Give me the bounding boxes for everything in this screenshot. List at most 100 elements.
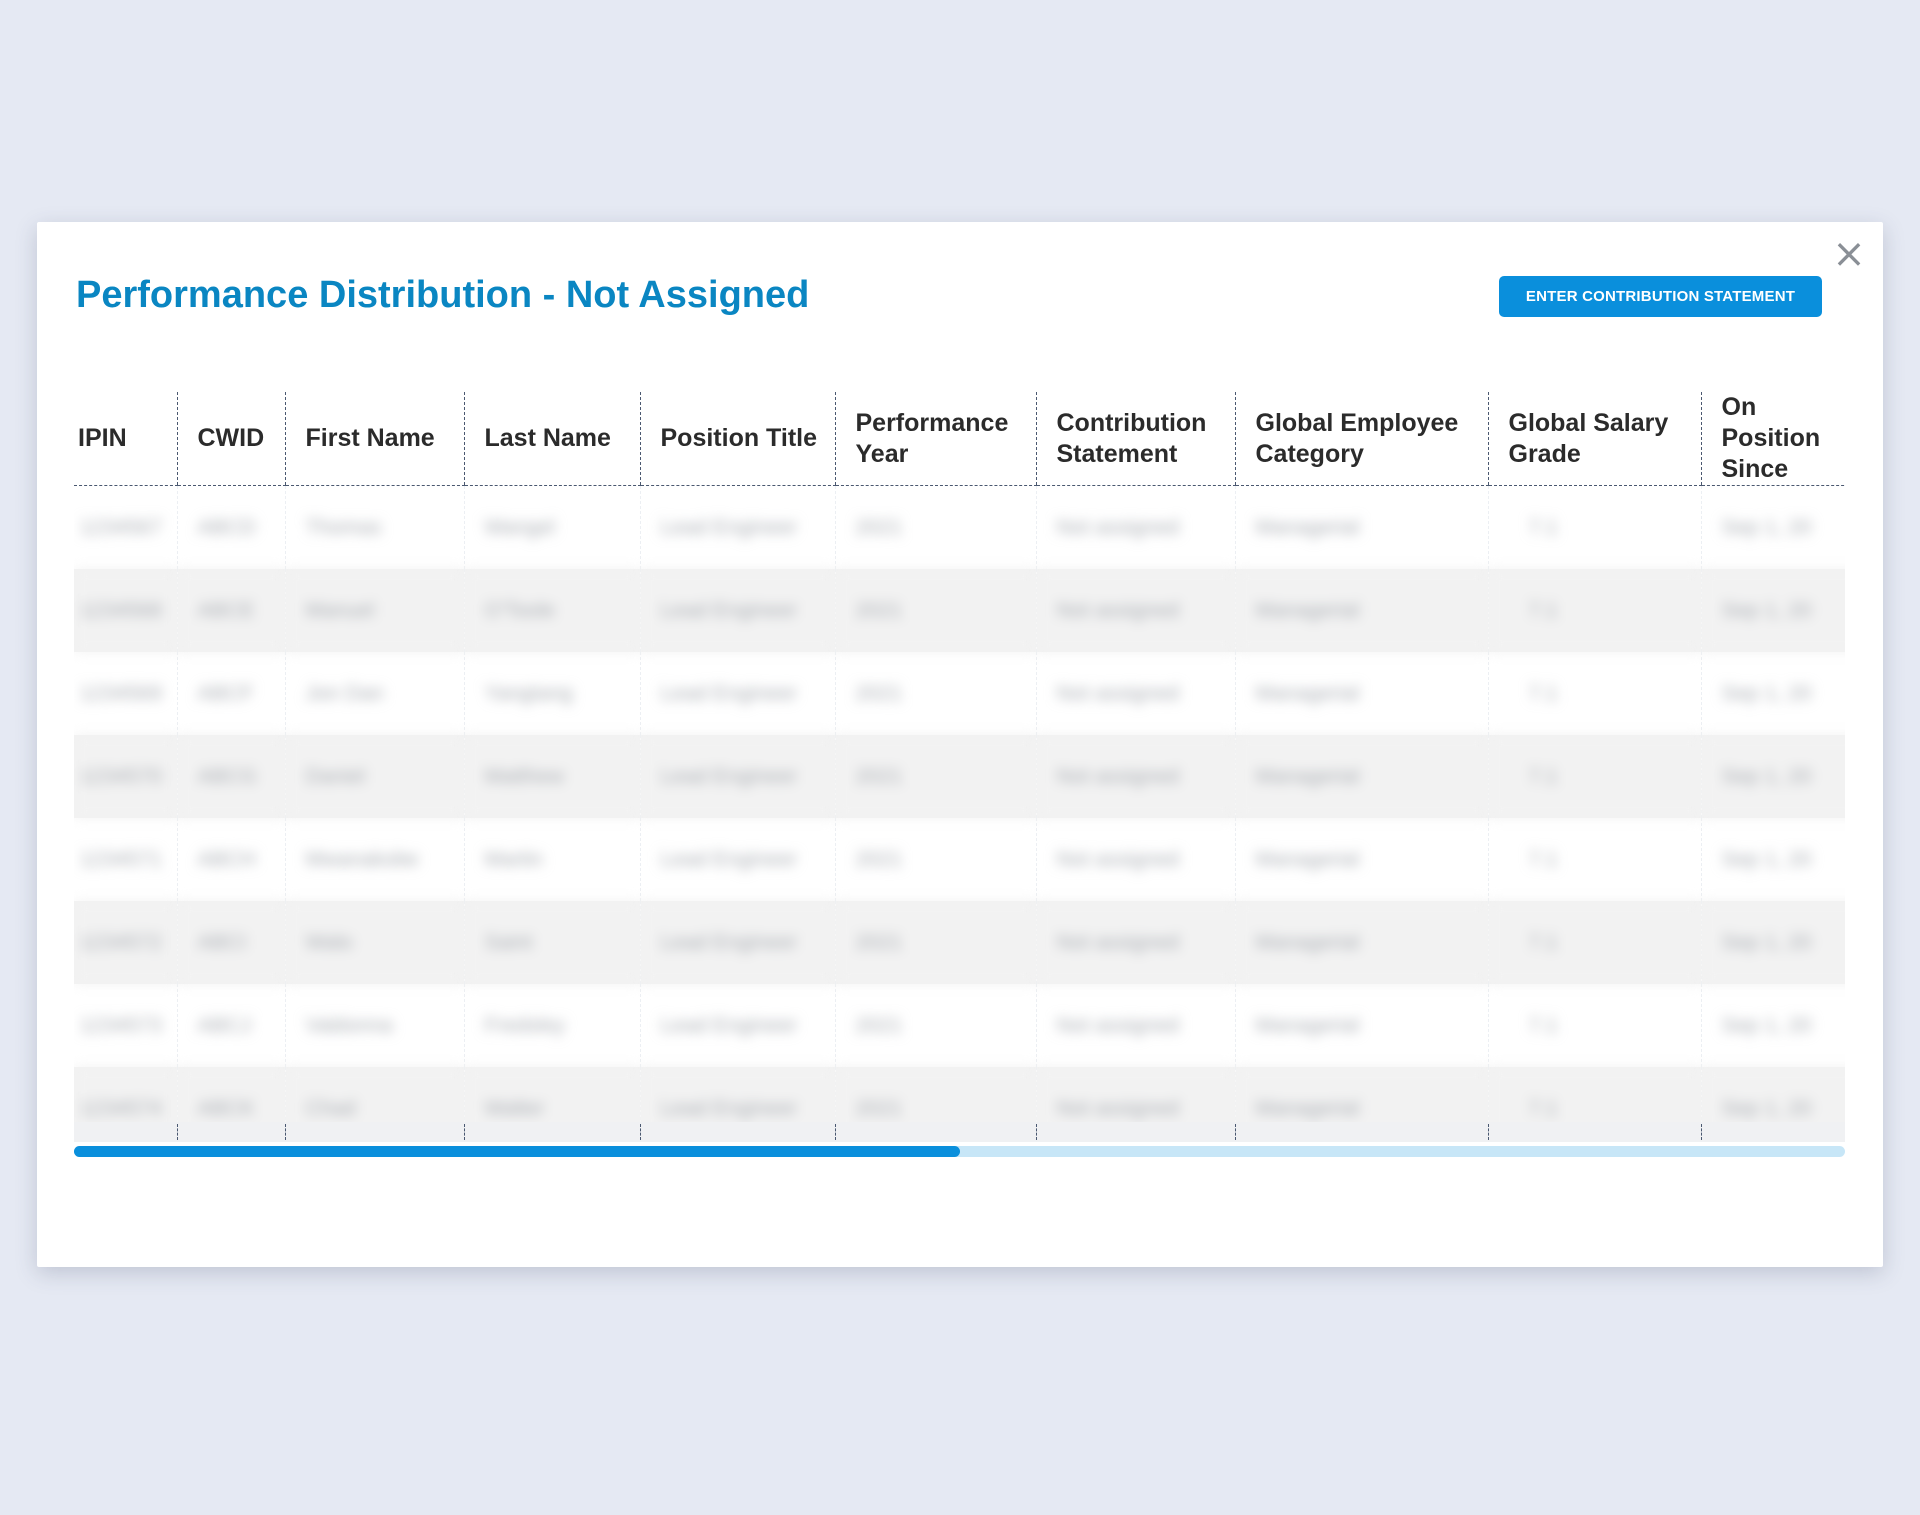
cell-global-employee-category: Managerial bbox=[1234, 901, 1488, 984]
cell-on-position-since: Sep 1, 20 bbox=[1700, 818, 1845, 901]
cell-last-name: Yangtang bbox=[463, 652, 640, 735]
footer-divider bbox=[1488, 1124, 1489, 1140]
cell-performance-year: 2021 bbox=[834, 984, 1036, 1067]
cell-on-position-since: Sep 1, 20 bbox=[1700, 652, 1845, 735]
cell-last-name: O'Toole bbox=[463, 569, 640, 652]
table-row[interactable]: 1234568 ABCE Manuel O'Toole Lead Engineer 202… bbox=[74, 569, 1845, 652]
cell-performance-year: 2021 bbox=[834, 652, 1036, 735]
cell-performance-year: 2021 bbox=[834, 735, 1036, 818]
cell-ipin: 1234570 bbox=[74, 735, 177, 818]
cell-performance-year: 2021 bbox=[834, 818, 1036, 901]
footer-divider bbox=[177, 1124, 178, 1140]
cell-first-name: Valdonna bbox=[284, 984, 464, 1067]
cell-cwid: ABCJ bbox=[176, 984, 285, 1067]
horizontal-scrollbar-thumb[interactable] bbox=[74, 1146, 960, 1157]
table-footer-strip bbox=[74, 1122, 1845, 1142]
cell-position-title: Lead Engineer bbox=[639, 652, 835, 735]
cell-ipin: 1234572 bbox=[74, 901, 177, 984]
table-row[interactable]: 1234572 ABCI Walo Saint Lead Engineer 2021 Not… bbox=[74, 901, 1845, 984]
cell-global-employee-category: Managerial bbox=[1234, 569, 1488, 652]
table-row[interactable]: 1234567 ABCD Thomas Wangel Lead Engineer 2021… bbox=[74, 485, 1845, 569]
cell-global-salary-grade: 7.1 bbox=[1487, 485, 1701, 569]
cell-ipin: 1234571 bbox=[80, 847, 162, 871]
cell-global-salary-grade: 7.1 bbox=[1487, 984, 1701, 1067]
column-header-cwid[interactable]: CWID bbox=[176, 392, 285, 486]
cell-first-name: Walo bbox=[284, 901, 464, 984]
cell-contribution-statement: Not assigned bbox=[1035, 569, 1235, 652]
cell-position-title: Lead Engineer bbox=[639, 735, 835, 818]
table-row[interactable]: 1234571 ABCH Mwanakobe Martin Lead Engineer 2… bbox=[74, 818, 1845, 901]
dialog-title: Performance Distribution - Not Assigned bbox=[76, 274, 810, 316]
employee-table: IPIN CWID First Name Last Name Position … bbox=[74, 392, 1845, 1134]
table-row[interactable]: 1234570 ABCG Daniel Matthew Lead Engineer 202… bbox=[74, 735, 1845, 818]
cell-contribution-statement: Not assigned bbox=[1035, 818, 1235, 901]
cell-contribution-statement: Not assigned bbox=[1035, 901, 1235, 984]
table-row[interactable]: 1234569 ABCF Jon Dan Yangtang Lead Engineer 2… bbox=[74, 652, 1845, 735]
cell-performance-year: 2021 bbox=[834, 485, 1036, 569]
cell-last-name: Matthew bbox=[463, 735, 640, 818]
cell-on-position-since: Sep 1, 20 bbox=[1700, 984, 1845, 1067]
close-icon[interactable]: × bbox=[1831, 234, 1867, 274]
column-header-ipin[interactable]: IPIN bbox=[74, 392, 177, 486]
footer-divider bbox=[1036, 1124, 1037, 1140]
cell-contribution-statement: Not assigned bbox=[1035, 735, 1235, 818]
enter-contribution-statement-button[interactable]: ENTER CONTRIBUTION STATEMENT bbox=[1499, 276, 1822, 317]
column-header-global-employee-category[interactable]: Global Employee Category bbox=[1234, 392, 1488, 486]
cell-global-employee-category: Managerial bbox=[1234, 735, 1488, 818]
cell-ipin: 1234568 bbox=[74, 569, 177, 652]
cell-cwid: ABCI bbox=[176, 901, 285, 984]
cell-on-position-since: Sep 1, 20 bbox=[1700, 735, 1845, 818]
cell-position-title: Lead Engineer bbox=[639, 818, 835, 901]
cell-performance-year: 2021 bbox=[834, 901, 1036, 984]
cell-performance-year: 2021 bbox=[834, 569, 1036, 652]
footer-divider bbox=[285, 1124, 286, 1140]
cell-cwid: ABCD bbox=[176, 485, 285, 569]
cell-last-name: Martin bbox=[463, 818, 640, 901]
cell-first-name: Manuel bbox=[284, 569, 464, 652]
column-header-first-name[interactable]: First Name bbox=[284, 392, 464, 486]
cell-on-position-since: Sep 1, 20 bbox=[1700, 901, 1845, 984]
cell-position-title: Lead Engineer bbox=[639, 485, 835, 569]
cell-on-position-since: Sep 1, 20 bbox=[1700, 485, 1845, 569]
cell-global-salary-grade: 7.1 bbox=[1487, 569, 1701, 652]
table-body: 1234567 ABCD Thomas Wangel Lead Engineer 2021… bbox=[74, 485, 1845, 1134]
cell-position-title: Lead Engineer bbox=[639, 569, 835, 652]
table-row[interactable]: 1234573 ABCJ Valdonna Fredsley Lead Engineer… bbox=[74, 984, 1845, 1067]
employee-table-viewport[interactable]: IPIN CWID First Name Last Name Position … bbox=[74, 392, 1845, 1134]
cell-global-salary-grade: 7.1 bbox=[1487, 735, 1701, 818]
cell-on-position-since: Sep 1, 20 bbox=[1700, 569, 1845, 652]
footer-divider bbox=[835, 1124, 836, 1140]
cell-position-title: Lead Engineer bbox=[639, 984, 835, 1067]
cell-first-name: Thomas bbox=[284, 485, 464, 569]
cell-ipin: 1234569 bbox=[80, 681, 162, 705]
cell-contribution-statement: Not assigned bbox=[1035, 984, 1235, 1067]
column-header-on-position-since[interactable]: On Position Since bbox=[1700, 392, 1845, 486]
column-header-global-salary-grade[interactable]: Global Salary Grade bbox=[1487, 392, 1701, 486]
cell-last-name: Saint bbox=[463, 901, 640, 984]
footer-divider bbox=[1701, 1124, 1702, 1140]
table-header-row: IPIN CWID First Name Last Name Position … bbox=[74, 392, 1845, 486]
footer-divider bbox=[1235, 1124, 1236, 1140]
performance-distribution-dialog: × Performance Distribution - Not Assigne… bbox=[37, 222, 1883, 1267]
cell-global-employee-category: Managerial bbox=[1234, 818, 1488, 901]
cell-contribution-statement: Not assigned bbox=[1035, 652, 1235, 735]
cell-global-salary-grade: 7.1 bbox=[1487, 652, 1701, 735]
cell-global-employee-category: Managerial bbox=[1234, 652, 1488, 735]
column-header-contribution-statement[interactable]: Contribution Statement bbox=[1035, 392, 1235, 486]
cell-cwid: ABCF bbox=[176, 652, 285, 735]
cell-ipin: 1234567 bbox=[80, 515, 162, 539]
cell-contribution-statement: Not assigned bbox=[1035, 485, 1235, 569]
column-header-last-name[interactable]: Last Name bbox=[463, 392, 640, 486]
horizontal-scrollbar[interactable] bbox=[74, 1146, 1845, 1157]
cell-last-name: Wangel bbox=[463, 485, 640, 569]
footer-divider bbox=[640, 1124, 641, 1140]
cell-cwid: ABCH bbox=[176, 818, 285, 901]
cell-first-name: Jon Dan bbox=[284, 652, 464, 735]
cell-ipin: 1234573 bbox=[80, 1013, 162, 1037]
cell-global-employee-category: Managerial bbox=[1234, 485, 1488, 569]
column-header-performance-year[interactable]: Performance Year bbox=[834, 392, 1036, 486]
cell-global-employee-category: Managerial bbox=[1234, 984, 1488, 1067]
column-header-position-title[interactable]: Position Title bbox=[639, 392, 835, 486]
cell-position-title: Lead Engineer bbox=[639, 901, 835, 984]
cell-last-name: Fredsley bbox=[463, 984, 640, 1067]
